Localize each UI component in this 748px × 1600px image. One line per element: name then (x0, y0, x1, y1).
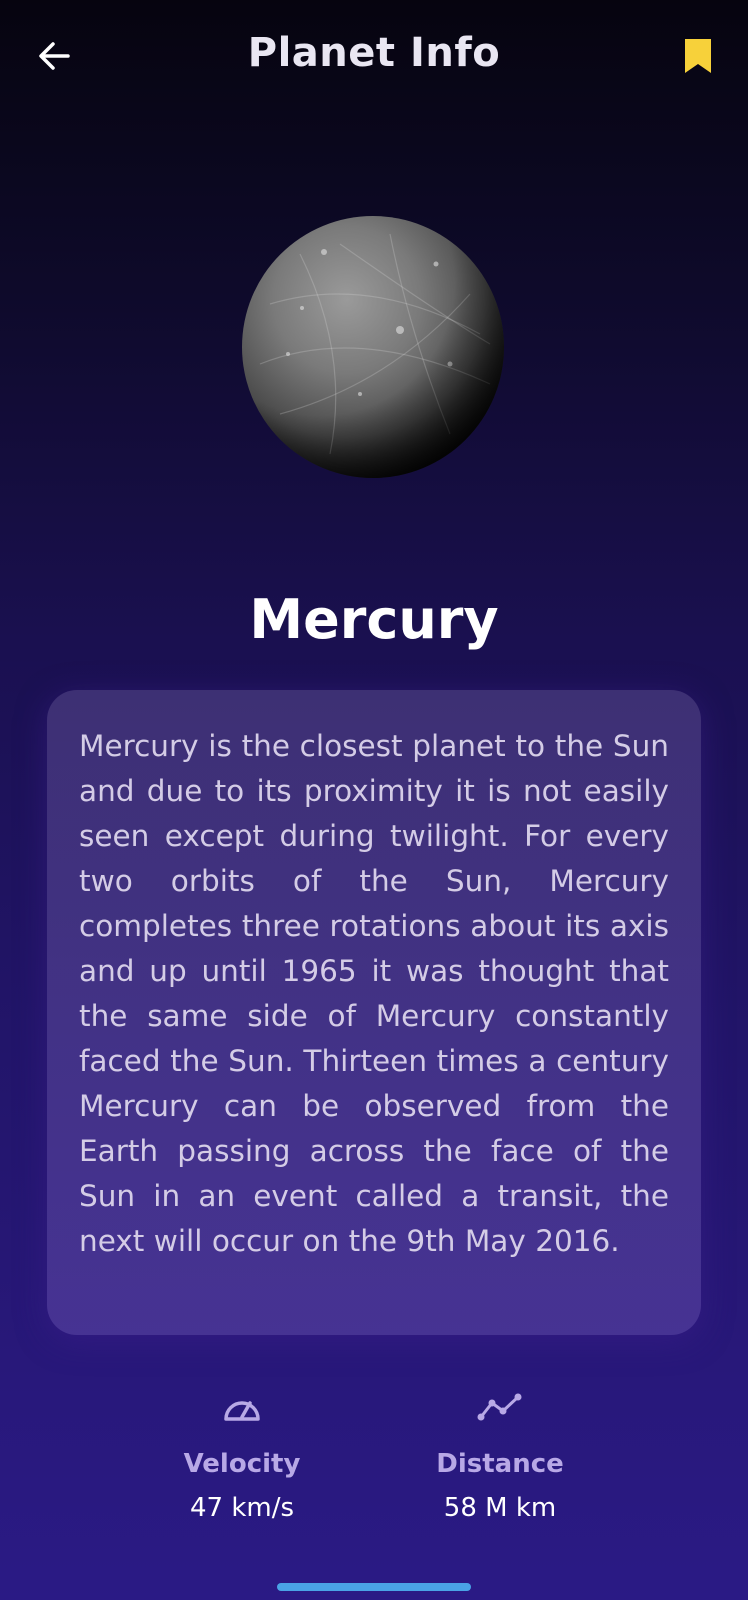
planet-description: Mercury is the closest planet to the Sun… (79, 729, 669, 1258)
app-bar: Planet Info (0, 0, 748, 110)
bookmark-icon (685, 39, 711, 73)
planet-image (240, 214, 506, 480)
distance-icon-wrap (400, 1385, 600, 1429)
velocity-value: 47 km/s (189, 1493, 295, 1523)
planet-name: Mercury (249, 588, 499, 651)
distance-value: 58 M km (443, 1493, 557, 1523)
velocity-stat: Velocity 47 km/s (142, 1385, 342, 1523)
distance-label: Distance (436, 1449, 564, 1479)
page-title: Planet Info (247, 30, 501, 76)
distance-stat: Distance 58 M km (400, 1385, 600, 1523)
distance-graph-icon (477, 1393, 522, 1421)
velocity-label: Velocity (183, 1449, 301, 1479)
mercury-planet-image (242, 216, 504, 478)
bookmark-button[interactable] (678, 34, 718, 78)
velocity-icon-wrap (142, 1385, 342, 1429)
home-indicator[interactable] (277, 1583, 471, 1591)
description-card: Mercury is the closest planet to the Sun… (47, 690, 701, 1335)
speedometer-icon (224, 1401, 260, 1421)
